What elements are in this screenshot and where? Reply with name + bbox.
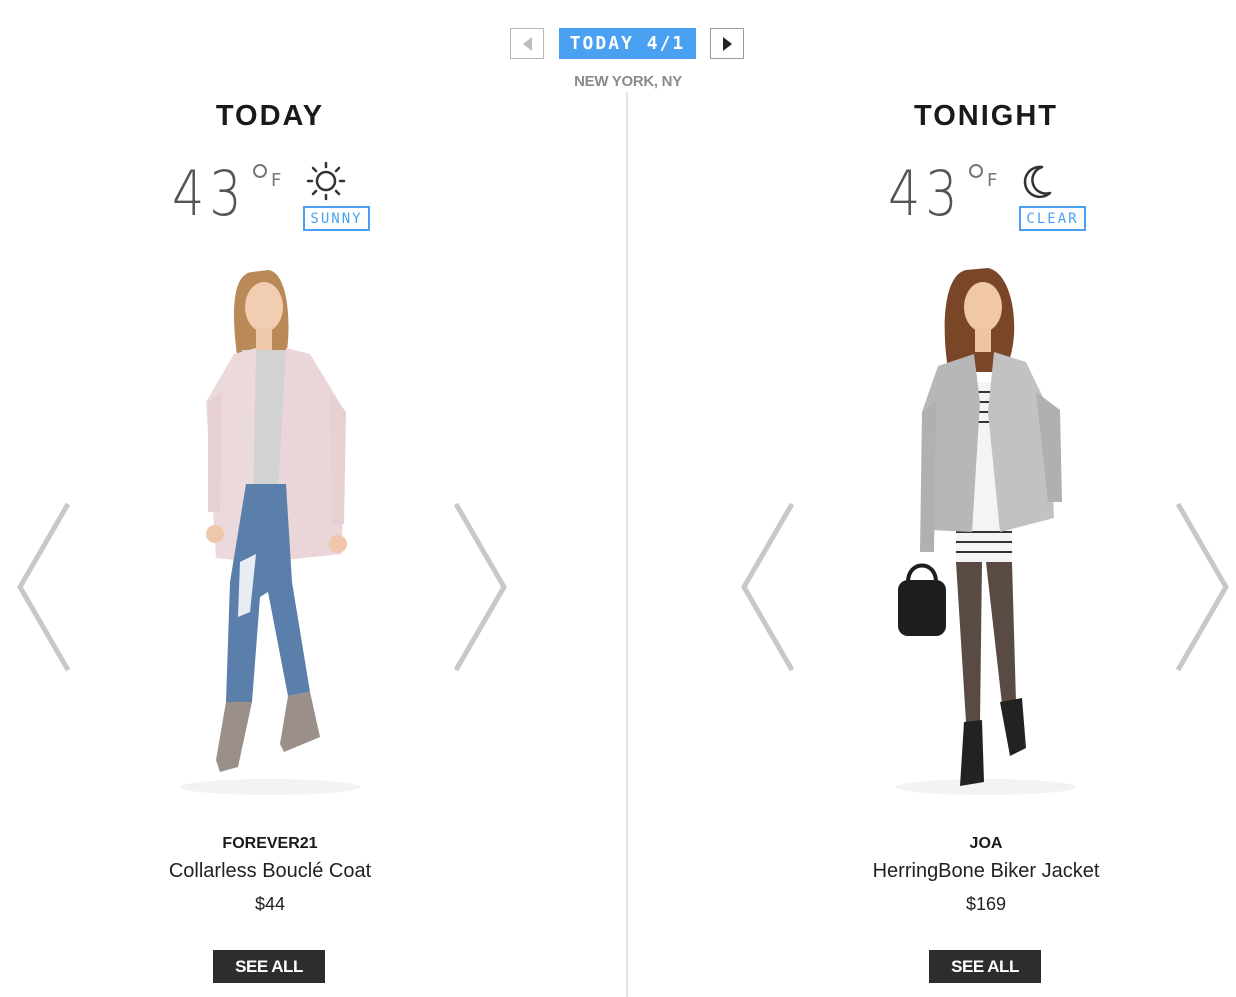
see-all-button[interactable]: SEE ALL — [929, 950, 1041, 983]
tonight-panel: TONIGHT 43 F CLEAR JOA HerringBone Biker… — [716, 0, 1236, 997]
today-panel: TODAY 43 F SUNNY FOREVER21 Collarless Bo… — [0, 0, 560, 997]
panel-heading: TONIGHT — [914, 100, 1058, 132]
weather-condition-badge: CLEAR — [1019, 206, 1086, 231]
sun-icon — [306, 161, 346, 201]
product-image-jacket[interactable] — [876, 262, 1096, 802]
chevron-right-icon[interactable] — [452, 500, 510, 674]
chevron-left-icon[interactable] — [14, 500, 72, 674]
product-price: $44 — [254, 894, 286, 914]
product-brand: JOA — [969, 835, 1003, 852]
see-all-button[interactable]: SEE ALL — [213, 950, 325, 983]
temperature-value: 43 — [172, 157, 247, 230]
temperature-unit: F — [987, 170, 998, 191]
panel-heading: TODAY — [215, 100, 325, 132]
chevron-right-icon[interactable] — [1174, 500, 1232, 674]
temperature-value: 43 — [888, 157, 963, 230]
temperature-unit: F — [271, 170, 282, 191]
product-price: $169 — [965, 894, 1007, 914]
current-date-label: TODAY 4/1 — [559, 28, 696, 59]
product-name[interactable]: Collarless Bouclé Coat — [0, 860, 540, 883]
product-image-coat[interactable] — [160, 262, 380, 802]
degree-symbol — [969, 164, 983, 178]
weather-condition-badge: SUNNY — [303, 206, 370, 231]
moon-icon — [1023, 165, 1052, 199]
degree-symbol — [253, 164, 267, 178]
product-name[interactable]: HerringBone Biker Jacket — [716, 860, 1236, 883]
chevron-left-icon[interactable] — [738, 500, 796, 674]
product-brand: FOREVER21 — [222, 835, 318, 852]
panel-divider — [626, 92, 628, 997]
